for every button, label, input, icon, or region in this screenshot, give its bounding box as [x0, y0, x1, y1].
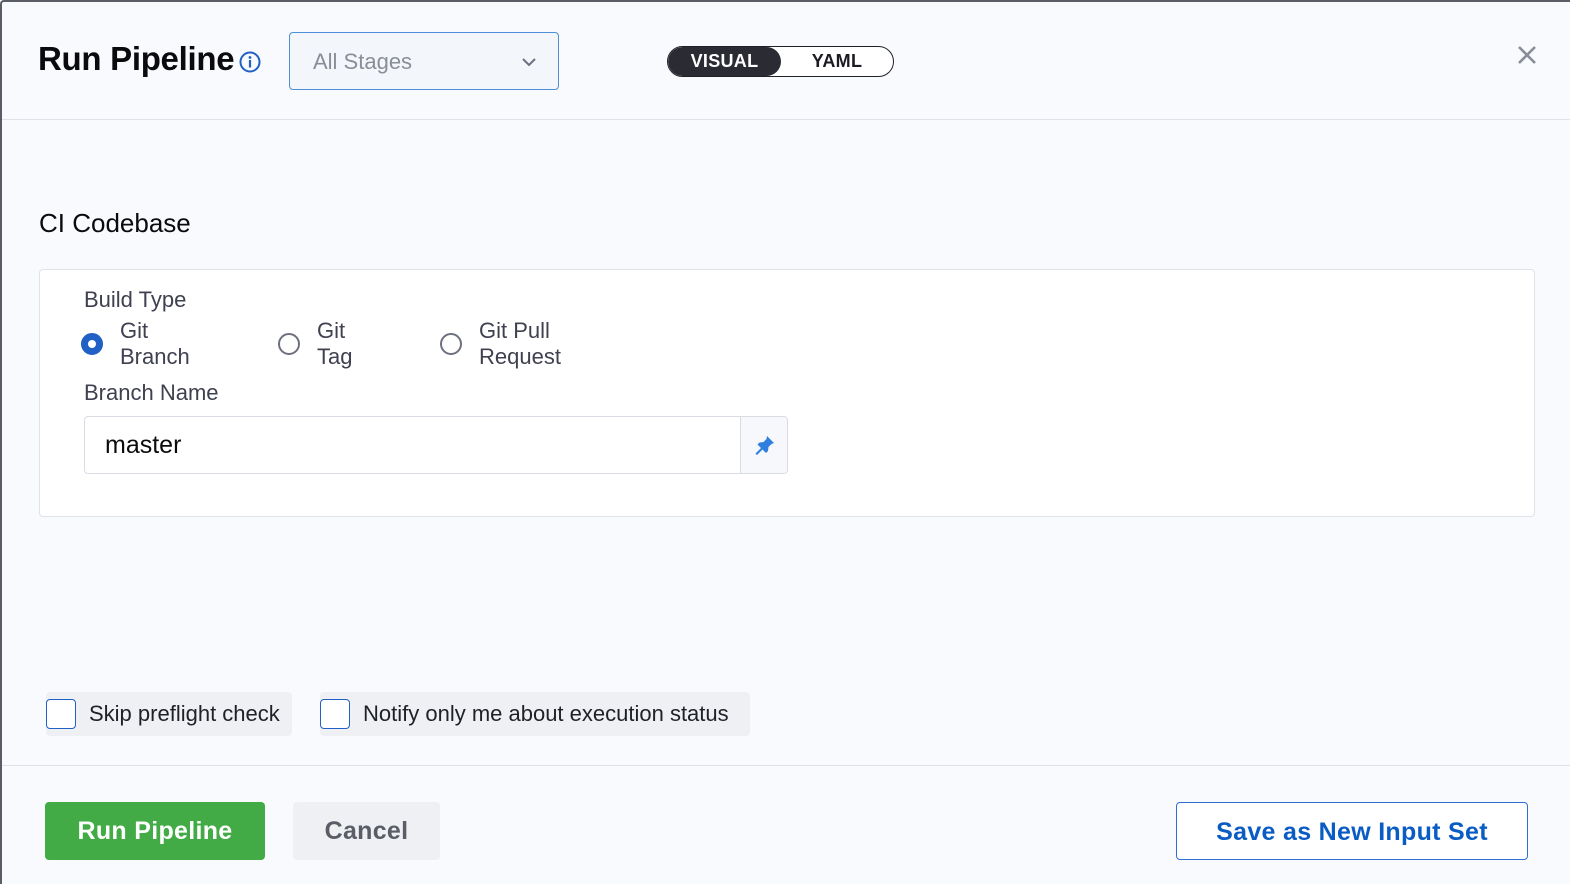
pin-button[interactable]: [740, 417, 787, 473]
toggle-visual[interactable]: VISUAL: [668, 47, 781, 76]
radio-button[interactable]: [278, 333, 300, 355]
info-icon[interactable]: [238, 50, 262, 74]
checkbox-label: Notify only me about execution status: [363, 701, 729, 726]
branch-name-label: Branch Name: [84, 380, 219, 405]
save-input-set-button[interactable]: Save as New Input Set: [1176, 802, 1528, 860]
close-icon[interactable]: [1514, 42, 1540, 68]
radio-label: Git Tag: [317, 318, 353, 369]
run-pipeline-button[interactable]: Run Pipeline: [45, 802, 265, 860]
branch-name-input[interactable]: [85, 417, 740, 473]
radio-git-pull-request[interactable]: Git Pull Request: [440, 318, 561, 369]
checkbox[interactable]: [46, 699, 76, 729]
run-pipeline-dialog: Run Pipeline All Stages VISUAL YAML CI C…: [0, 0, 1570, 884]
codebase-card: Build Type Git Branch Git Tag Git Pull R…: [39, 269, 1535, 517]
checkbox-label: Skip preflight check: [89, 701, 280, 726]
toggle-yaml[interactable]: YAML: [781, 47, 893, 76]
checkbox[interactable]: [320, 699, 350, 729]
radio-label: Git Branch: [120, 318, 190, 369]
radio-label: Git Pull Request: [479, 318, 561, 369]
radio-git-branch[interactable]: Git Branch: [81, 318, 190, 369]
radio-git-tag[interactable]: Git Tag: [278, 318, 352, 369]
view-toggle: VISUAL YAML: [667, 46, 894, 77]
stage-select[interactable]: All Stages: [289, 32, 559, 90]
radio-button[interactable]: [81, 333, 103, 355]
section-title: CI Codebase: [39, 208, 191, 238]
cancel-button[interactable]: Cancel: [293, 802, 440, 860]
notify-only-me-check[interactable]: Notify only me about execution status: [320, 692, 750, 736]
chevron-down-icon: [520, 53, 538, 71]
dialog-header: Run Pipeline All Stages VISUAL YAML: [2, 2, 1570, 120]
build-type-label: Build Type: [84, 287, 187, 312]
radio-button[interactable]: [440, 333, 462, 355]
skip-preflight-check[interactable]: Skip preflight check: [46, 692, 292, 736]
branch-name-field: [84, 416, 788, 474]
stage-select-value: All Stages: [313, 49, 413, 74]
dialog-footer: Run Pipeline Cancel Save as New Input Se…: [2, 765, 1570, 884]
page-title: Run Pipeline: [38, 40, 235, 77]
